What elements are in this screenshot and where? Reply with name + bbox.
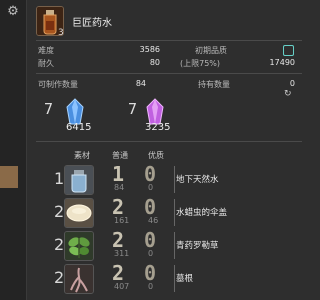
item-name: 巨匠药水	[72, 18, 112, 29]
hq-checkbox[interactable]	[283, 45, 294, 56]
divider	[174, 232, 175, 259]
durability-value: 80	[149, 58, 160, 67]
material-name: 水蜡虫的伞盖	[176, 208, 228, 218]
gear-icon[interactable]: ⚙	[6, 5, 20, 19]
durability-label: 耐久	[38, 59, 54, 68]
difficulty-label: 难度	[38, 46, 54, 55]
divider	[36, 141, 302, 142]
material-row[interactable]: 2 2 0 407 0 墓根	[30, 261, 302, 295]
material-row[interactable]: 2 2 0 161 46 水蜡虫的伞盖	[30, 195, 302, 229]
material-count: 2	[54, 202, 65, 221]
herb-icon[interactable]	[64, 231, 94, 261]
sidebar-tab[interactable]	[0, 166, 18, 188]
material-hq-owned: 0	[148, 249, 154, 258]
water-crystal-required: 7	[44, 100, 54, 118]
material-nq-owned: 407	[114, 282, 130, 291]
sidebar: ⚙	[0, 0, 27, 300]
craftable-value: 84	[135, 79, 146, 88]
divider	[174, 199, 175, 226]
water-jar-icon[interactable]	[64, 165, 94, 195]
initial-quality-label: 初期品质	[195, 46, 227, 55]
owned-value: 0	[289, 79, 295, 88]
material-hq-owned: 46	[148, 216, 159, 225]
difficulty-value: 3586	[139, 45, 160, 54]
material-name: 墓根	[176, 274, 194, 284]
recipe-panel: 3 巨匠药水 难度 3586 耐久 80 初期品质 (上限75%) 17490 …	[30, 0, 302, 300]
material-nq-owned: 311	[114, 249, 130, 258]
refresh-icon[interactable]: ↻	[284, 89, 292, 99]
material-nq-owned: 161	[114, 216, 130, 225]
material-count: 2	[54, 235, 65, 254]
material-nq-owned: 84	[114, 183, 125, 192]
hq-header: 优质	[148, 151, 164, 160]
material-count: 2	[54, 268, 65, 287]
normal-header: 普通	[112, 151, 128, 160]
initial-quality-value: 17490	[269, 58, 295, 67]
material-hq-owned: 0	[148, 282, 154, 291]
water-crystal-owned: 6415	[66, 122, 92, 133]
craftable-label: 可制作数量	[38, 80, 78, 89]
root-icon[interactable]	[64, 264, 94, 294]
mushroom-cap-icon[interactable]	[64, 198, 94, 228]
divider	[36, 40, 302, 41]
material-row[interactable]: 2 2 0 311 0 青药罗勒草	[30, 228, 302, 262]
lightning-crystal-owned: 3235	[145, 122, 171, 133]
material-name: 青药罗勒草	[176, 241, 219, 251]
material-hq-owned: 0	[148, 183, 154, 192]
lightning-crystal-required: 7	[128, 100, 138, 118]
divider	[36, 73, 302, 74]
divider	[174, 265, 175, 292]
material-header: 素材	[74, 151, 90, 160]
divider	[174, 166, 175, 193]
material-count: 1	[54, 169, 65, 188]
material-row[interactable]: 1 1 0 84 0 地下天然水	[30, 162, 302, 196]
item-quantity: 3	[58, 28, 64, 38]
quality-cap-note: (上限75%)	[180, 59, 221, 68]
material-name: 地下天然水	[176, 175, 219, 185]
owned-label: 持有数量	[198, 80, 230, 89]
